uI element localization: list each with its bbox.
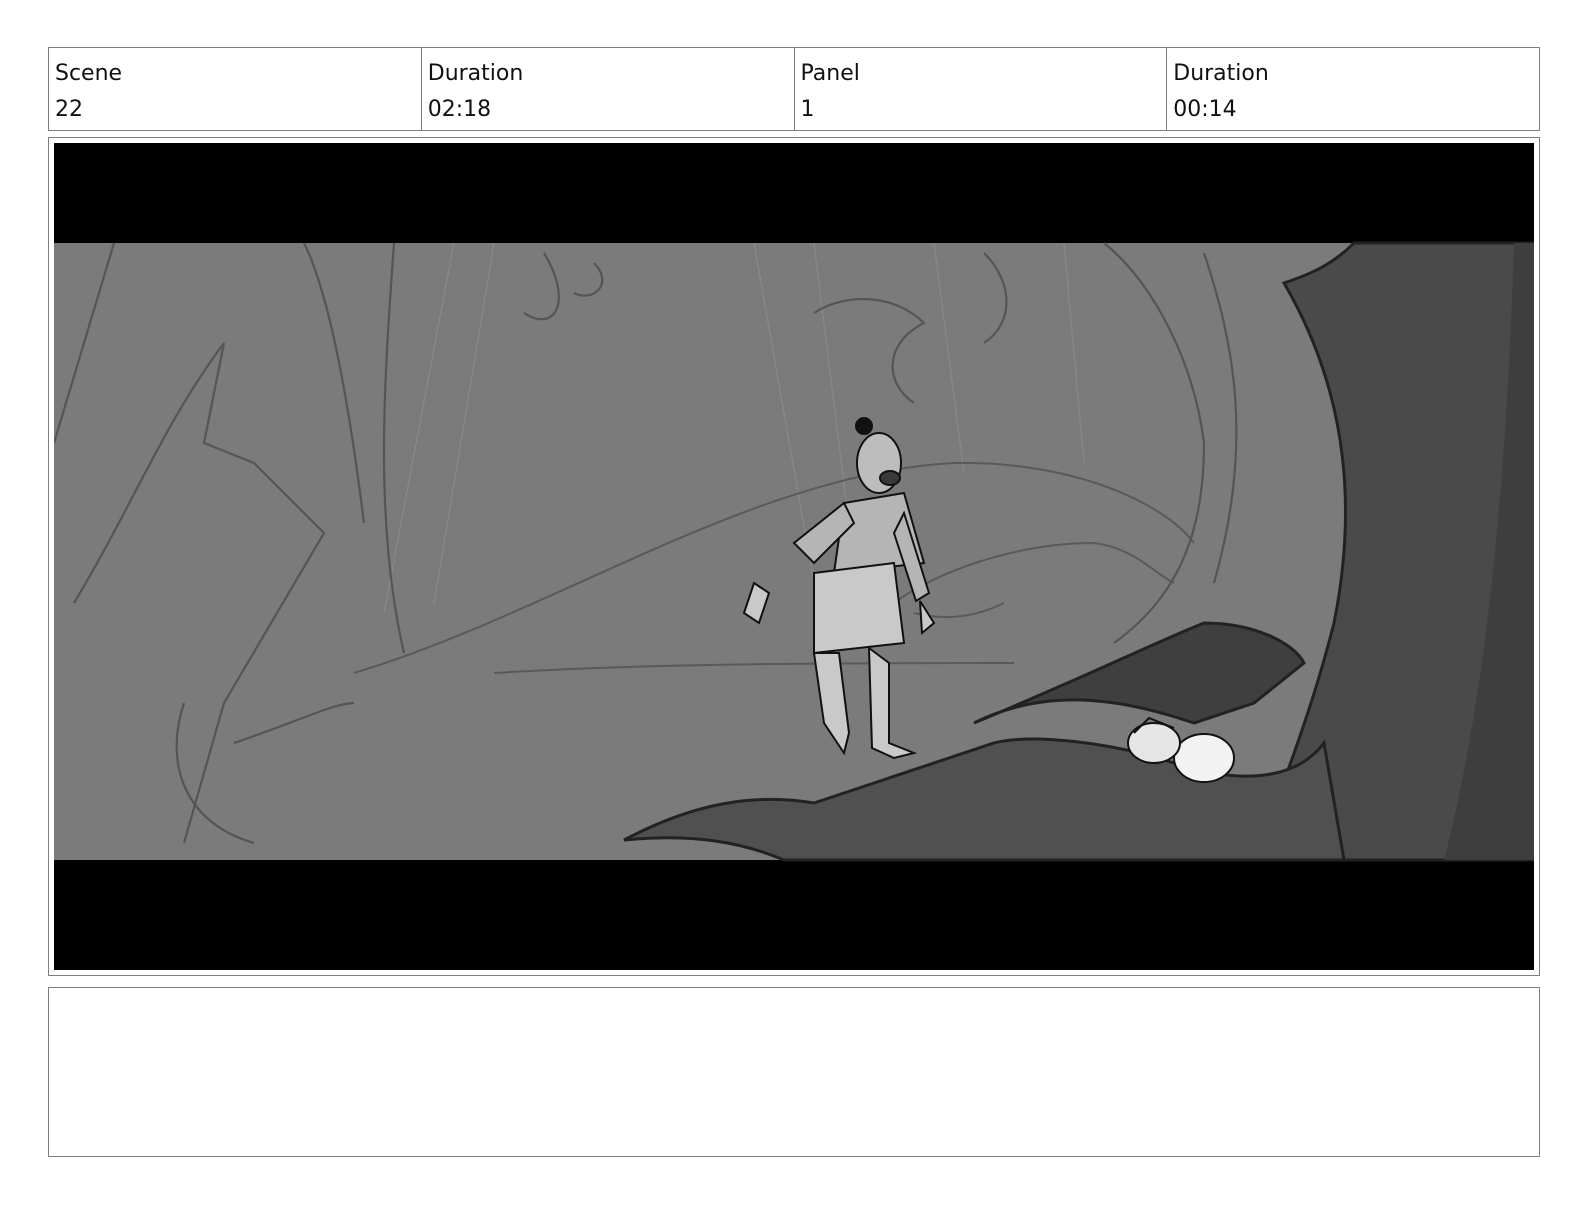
- scene-duration-label: Duration: [427, 61, 524, 86]
- letterbox-bottom: [54, 860, 1534, 970]
- panel-duration-value: 00:14: [1173, 97, 1237, 122]
- scene-value: 22: [55, 97, 83, 122]
- panel-value: 1: [800, 97, 815, 122]
- scene-cell: Scene 22: [49, 48, 422, 130]
- panel-label: Panel: [800, 61, 860, 86]
- panel-duration-label: Duration: [1173, 61, 1269, 86]
- scene-label: Scene: [55, 61, 123, 86]
- forest-scene: [54, 241, 1534, 862]
- storyboard-panel-image: [54, 143, 1534, 970]
- panel-cell: Panel 1: [795, 48, 1168, 130]
- panel-frame: [48, 137, 1540, 976]
- storyboard-sketch: [54, 143, 1534, 970]
- scene-duration-cell: Duration 02:18: [422, 48, 795, 130]
- scene-duration-value: 02:18: [427, 97, 492, 122]
- letterbox-top: [54, 143, 1534, 243]
- storyboard-header: Scene 22 Duration 02:18 Panel 1 Duration…: [48, 47, 1540, 131]
- panel-duration-cell: Duration 00:14: [1167, 48, 1539, 130]
- panel-notes-box[interactable]: [48, 987, 1540, 1157]
